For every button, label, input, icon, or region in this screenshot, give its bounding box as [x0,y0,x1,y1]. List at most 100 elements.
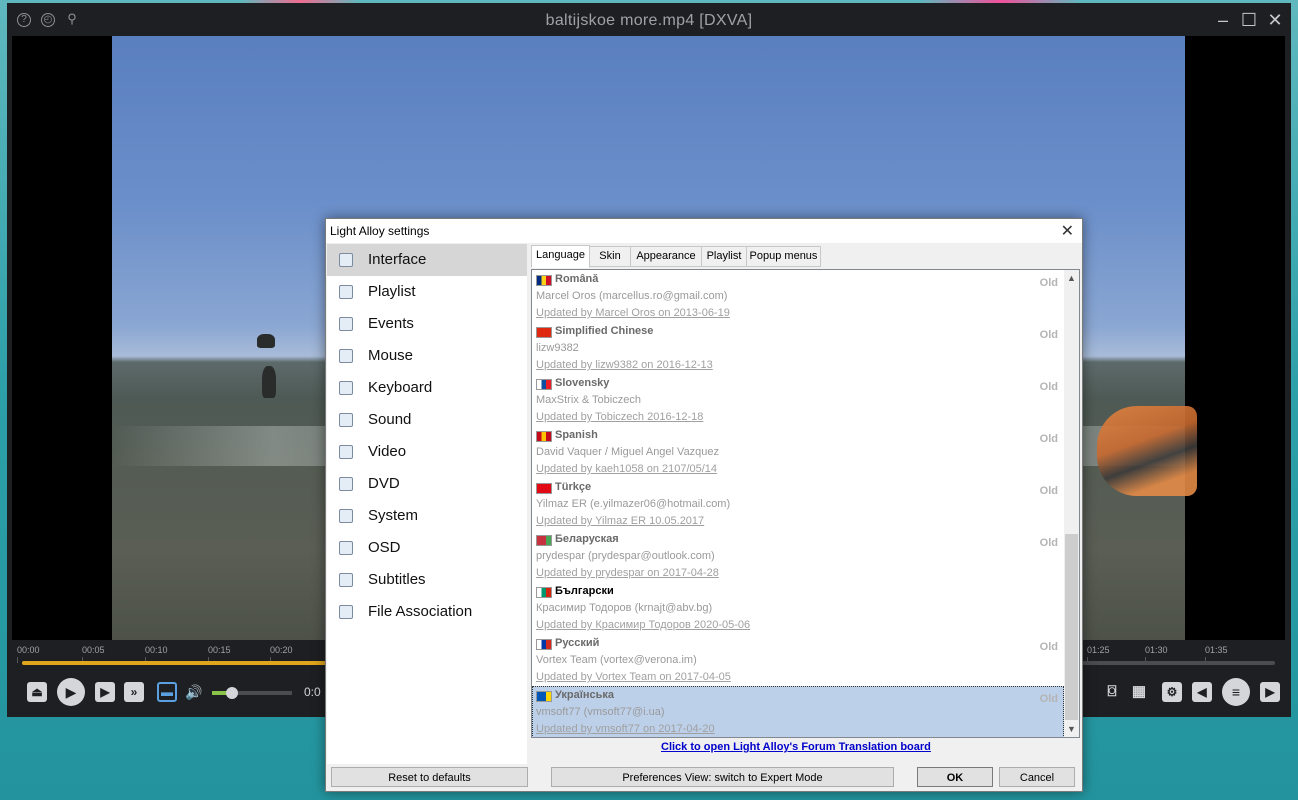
tab-skin[interactable]: Skin [589,246,631,267]
sound-icon [339,413,353,427]
cancel-button[interactable]: Cancel [999,767,1075,787]
film-icon[interactable]: ▦ [1129,682,1149,702]
flag-icon [536,431,552,442]
language-updated-link[interactable]: Updated by Yilmaz ER 10.05.2017 [536,515,704,527]
reset-defaults-button[interactable]: Reset to defaults [331,767,528,787]
dialog-titlebar[interactable]: Light Alloy settings ✕ [326,219,1082,243]
osd-icon [339,541,353,555]
player-titlebar[interactable]: ? ◴ ⚲ baltijskoe more.mp4 [DXVA] – ☐ ✕ [7,3,1291,37]
swimmer-figure [257,334,275,348]
next-button[interactable]: ▶ [1260,682,1280,702]
nav-item-video[interactable]: Video [327,436,527,468]
flag-icon [536,691,552,702]
scroll-down-arrow-icon[interactable]: ▼ [1067,724,1076,734]
nav-item-subtitles[interactable]: Subtitles [327,564,527,596]
expert-mode-button[interactable]: Preferences View: switch to Expert Mode [551,767,894,787]
language-name: Română [555,273,599,285]
timeline-tick: 01:25 [1087,645,1110,663]
language-author: lizw9382 [536,342,579,354]
volume-icon[interactable]: 🔊 [184,682,204,702]
language-entry[interactable]: Русский Vortex Team (vortex@verona.im) Upd… [532,634,1064,686]
previous-button[interactable]: ◀ [1192,682,1212,702]
nav-item-label: Events [368,315,414,332]
maximize-button[interactable]: ☐ [1240,11,1258,29]
tab-playlist[interactable]: Playlist [701,246,747,267]
camera-icon[interactable]: ⌼ [1102,682,1122,702]
flag-icon [536,379,552,390]
settings-dialog: Light Alloy settings ✕ Interface Playlist… [325,218,1083,792]
language-entry[interactable]: Українська vmsoft77 (vmsoft77@i.ua) Update… [532,686,1064,737]
nav-item-osd[interactable]: OSD [327,532,527,564]
language-updated-link[interactable]: Updated by lizw9382 on 2016-12-13 [536,359,713,371]
nav-item-sound[interactable]: Sound [327,404,527,436]
nav-item-mouse[interactable]: Mouse [327,340,527,372]
dialog-close-icon[interactable]: ✕ [1061,221,1074,241]
scroll-up-arrow-icon[interactable]: ▲ [1067,273,1076,283]
language-status: Old [1039,485,1058,497]
language-entry[interactable]: Română Marcel Oros (marcellus.ro@gmail.co… [532,270,1064,322]
list-scrollbar[interactable]: ▲ ▼ [1064,270,1079,737]
tab-language[interactable]: Language [531,245,590,268]
nav-item-system[interactable]: System [327,500,527,532]
nav-item-label: OSD [368,539,401,556]
tab-appearance[interactable]: Appearance [630,246,702,267]
language-entry[interactable]: Türkçe Yilmaz ER (e.yilmazer06@hotmail.co… [532,478,1064,530]
language-updated-link[interactable]: Updated by Tobiczech 2016-12-18 [536,411,703,423]
nav-item-keyboard[interactable]: Keyboard [327,372,527,404]
language-updated-link[interactable]: Updated by kaeh1058 on 2107/05/14 [536,463,717,475]
language-author: Vortex Team (vortex@verona.im) [536,654,697,666]
language-name: Русский [555,637,600,649]
playlist-toggle-button[interactable]: ▬ [157,682,177,702]
nav-item-events[interactable]: Events [327,308,527,340]
language-list[interactable]: Română Marcel Oros (marcellus.ro@gmail.co… [531,269,1080,738]
timeline-tick: 01:30 [1145,645,1168,663]
events-icon [339,317,353,331]
language-author: Marcel Oros (marcellus.ro@gmail.com) [536,290,728,302]
language-entry[interactable]: Slovensky MaxStrix & Tobiczech Updated by … [532,374,1064,426]
forum-translation-link[interactable]: Click to open Light Alloy's Forum Transl… [661,741,931,753]
timeline-tick: 01:35 [1205,645,1228,663]
flag-icon [536,587,552,598]
nav-item-label: File Association [368,603,473,620]
language-author: David Vaquer / Miguel Angel Vazquez [536,446,720,458]
language-status: Old [1039,433,1058,445]
language-updated-link[interactable]: Updated by Красимир Тодоров 2020-05-06 [536,619,750,631]
interface-icon [339,253,353,267]
nav-item-dvd[interactable]: DVD [327,468,527,500]
next-frame-button[interactable]: ▶ [95,682,115,702]
language-entry[interactable]: Български Красимир Тодоров (krnajt@abv.bg… [532,582,1064,634]
volume-slider[interactable] [212,687,292,699]
nav-item-file-association[interactable]: File Association [327,596,527,628]
language-updated-link[interactable]: Updated by vmsoft77 on 2017-04-20 [536,723,715,735]
language-author: Красимир Тодоров (krnajt@abv.bg) [536,602,713,614]
language-name: Українська [555,689,615,701]
language-status: Old [1039,537,1058,549]
language-updated-link[interactable]: Updated by Marcel Oros on 2013-06-19 [536,307,730,319]
settings-gear-icon[interactable]: ⚙ [1162,682,1182,702]
playlist-icon [339,285,353,299]
minimize-button[interactable]: – [1214,11,1232,29]
tab-popup-menus[interactable]: Popup menus [746,246,821,267]
language-name: Slovensky [555,377,610,389]
volume-knob[interactable] [226,687,238,699]
timeline-tick: 00:05 [82,645,105,663]
language-entry[interactable]: Spanish David Vaquer / Miguel Angel Vazqu… [532,426,1064,478]
nav-item-interface[interactable]: Interface [327,244,527,276]
nav-item-playlist[interactable]: Playlist [327,276,527,308]
inflatable-boat [1097,406,1197,496]
language-entry[interactable]: Simplified Chinese lizw9382 Updated by liz… [532,322,1064,374]
flag-icon [536,327,552,338]
ok-button[interactable]: OK [917,767,993,787]
scroll-thumb[interactable] [1065,534,1078,720]
fast-forward-button[interactable]: » [124,682,144,702]
eject-button[interactable]: ⏏ [27,682,47,702]
menu-button[interactable]: ≡ [1222,678,1250,706]
language-entry[interactable]: Беларуская prydespar (prydespar@outlook.c… [532,530,1064,582]
play-button[interactable]: ▶ [57,678,85,706]
timeline-tick: 00:10 [145,645,168,663]
language-updated-link[interactable]: Updated by Vortex Team on 2017-04-05 [536,671,731,683]
nav-item-label: Video [368,443,407,460]
language-updated-link[interactable]: Updated by prydespar on 2017-04-28 [536,567,719,579]
close-button[interactable]: ✕ [1266,11,1284,29]
language-author: vmsoft77 (vmsoft77@i.ua) [536,706,665,718]
